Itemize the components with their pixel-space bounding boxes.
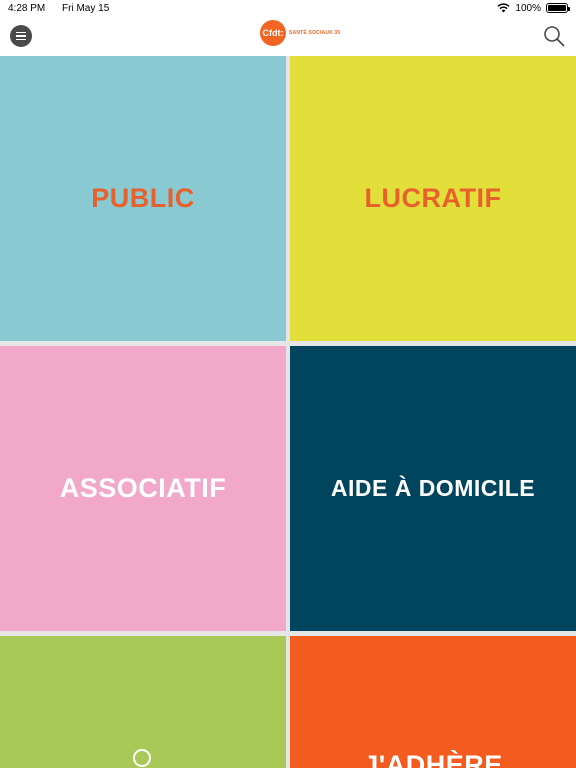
menu-icon-line — [16, 35, 26, 37]
menu-icon — [16, 31, 26, 34]
battery-fill — [548, 5, 566, 11]
nav-bar: Cfdt: SANTÉ SOCIAUX 35 — [0, 16, 576, 56]
tile-label: PUBLIC — [91, 183, 195, 213]
battery-icon — [546, 3, 570, 13]
tile-search[interactable] — [0, 636, 286, 768]
search-icon — [544, 26, 565, 47]
logo-mark: Cfdt: — [260, 20, 286, 46]
menu-icon-line — [16, 38, 26, 41]
tile-lucratif[interactable]: LUCRATIF — [290, 56, 576, 341]
tile-label: AIDE À DOMICILE — [330, 475, 536, 501]
tile-j-adhere[interactable]: J'ADHÈRE — [290, 636, 576, 768]
status-left: 4:28 PM Fri May 15 — [8, 3, 123, 14]
category-grid: PUBLIC LUCRATIF ASSOCIATIF AIDE À DOMICI… — [0, 56, 576, 768]
status-bar: 4:28 PM Fri May 15 100% — [0, 0, 576, 16]
tile-aide-a-domicile[interactable]: AIDE À DOMICILE — [290, 346, 576, 631]
tile-public[interactable]: PUBLIC — [0, 56, 286, 341]
status-time: 4:28 PM — [8, 2, 46, 14]
menu-button[interactable] — [10, 25, 32, 47]
battery-percent: 100% — [515, 2, 541, 14]
search-icon — [133, 749, 151, 767]
status-right: 100% — [497, 2, 570, 14]
logo-subtitle: SANTÉ SOCIAUX 35 — [289, 30, 341, 36]
status-date: Fri May 15 — [62, 2, 110, 14]
tile-associatif[interactable]: ASSOCIATIF — [0, 346, 286, 631]
app-logo: Cfdt: SANTÉ SOCIAUX 35 — [260, 20, 340, 46]
tile-label: ASSOCIATIF — [59, 473, 227, 503]
wifi-icon — [497, 3, 510, 13]
search-button[interactable] — [542, 24, 566, 48]
tile-label: LUCRATIF — [364, 183, 502, 213]
tile-label: J'ADHÈRE — [363, 750, 503, 768]
